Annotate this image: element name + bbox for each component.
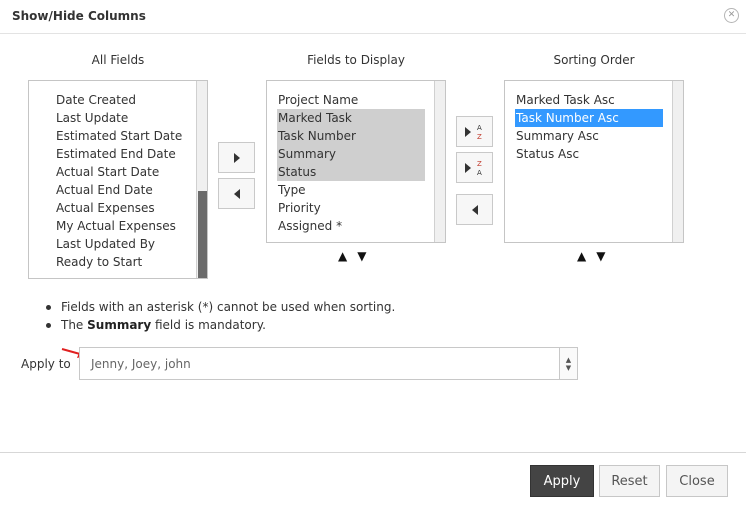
add-field-button[interactable]	[218, 142, 255, 173]
sort-desc-top-letter: Z	[477, 160, 482, 168]
list-item[interactable]: Actual Start Date	[56, 163, 159, 181]
dialog-footer: Apply Reset Close	[0, 452, 746, 509]
sort-asc-top-letter: A	[477, 124, 482, 132]
sorting-order-heading: Sorting Order	[553, 53, 635, 67]
fields-to-display-scrollbar[interactable]	[434, 81, 445, 242]
sort-reorder-controls: ▲▼	[577, 249, 615, 263]
sorting-order-scrollbar[interactable]	[672, 81, 683, 242]
list-item[interactable]: Estimated End Date	[56, 145, 176, 163]
sorting-order-list[interactable]: Marked Task Asc Task Number Asc Summary …	[504, 80, 684, 243]
remove-sort-button[interactable]	[456, 194, 493, 225]
move-down-icon[interactable]: ▼	[357, 249, 376, 263]
list-item[interactable]: Marked Task Asc	[515, 91, 663, 109]
list-item-selected[interactable]: Marked Task	[277, 109, 425, 127]
show-hide-columns-dialog: Show/Hide Columns ✕ All Fields Fields to…	[0, 0, 746, 509]
apply-to-dropdown-toggle[interactable]: ▲ ▼	[559, 348, 577, 379]
list-item[interactable]: Project Name	[277, 91, 425, 109]
note-text-prefix: The	[61, 318, 88, 332]
fields-to-display-heading: Fields to Display	[307, 53, 405, 67]
list-item[interactable]: Status Asc	[515, 145, 663, 163]
reset-button[interactable]: Reset	[599, 465, 660, 497]
sort-desc-bottom-letter: A	[477, 169, 482, 177]
list-item[interactable]: Estimated Start Date	[56, 127, 182, 145]
list-item[interactable]: Summary Asc	[515, 127, 663, 145]
list-item[interactable]: Type	[277, 181, 425, 199]
list-item[interactable]: Priority	[277, 199, 425, 217]
list-item[interactable]: Last Updated By	[56, 235, 155, 253]
apply-to-select[interactable]: Jenny, Joey, john ▲ ▼	[79, 347, 578, 380]
arrow-left-icon	[233, 188, 240, 199]
notes-list: Fields with an asterisk (*) cannot be us…	[42, 298, 395, 334]
list-item[interactable]: Assigned *	[277, 217, 425, 235]
list-item[interactable]: My Actual Expenses	[56, 217, 176, 235]
remove-field-button[interactable]	[218, 178, 255, 209]
note-text: Fields with an asterisk (*) cannot be us…	[61, 300, 396, 314]
dialog-title: Show/Hide Columns	[12, 9, 146, 23]
move-up-icon[interactable]: ▲	[577, 249, 596, 263]
apply-to-value: Jenny, Joey, john	[91, 357, 191, 371]
arrow-left-icon	[471, 204, 478, 215]
sort-desc-icon: Z A	[464, 160, 482, 177]
close-button[interactable]: Close	[666, 465, 728, 497]
chevron-down-icon: ▼	[565, 363, 572, 372]
apply-button[interactable]: Apply	[530, 465, 594, 497]
sort-ascending-button[interactable]: A Z	[456, 116, 493, 147]
list-item-selected[interactable]: Task Number	[277, 127, 425, 145]
list-item[interactable]: Date Created	[56, 91, 136, 109]
list-item-selected[interactable]: Summary	[277, 145, 425, 163]
fields-to-display-list[interactable]: Project Name Marked Task Task Number Sum…	[266, 80, 446, 243]
sort-descending-button[interactable]: Z A	[456, 152, 493, 183]
list-item[interactable]: Last Update	[56, 109, 128, 127]
list-item[interactable]: Actual End Date	[56, 181, 153, 199]
sort-asc-icon: A Z	[464, 124, 482, 141]
dialog-titlebar: Show/Hide Columns ✕	[0, 0, 746, 34]
chevron-up-icon: ▲	[565, 355, 572, 364]
arrow-right-icon	[233, 152, 240, 163]
move-down-icon[interactable]: ▼	[596, 249, 615, 263]
bullet-icon	[46, 305, 51, 310]
close-icon[interactable]: ✕	[724, 8, 739, 23]
all-fields-scrollbar[interactable]	[196, 81, 207, 278]
bullet-icon	[46, 323, 51, 328]
all-fields-list[interactable]: Date Created Last Update Estimated Start…	[28, 80, 208, 279]
sort-asc-bottom-letter: Z	[477, 133, 482, 141]
note-item: Fields with an asterisk (*) cannot be us…	[42, 298, 395, 316]
display-reorder-controls: ▲▼	[338, 249, 376, 263]
list-item[interactable]: Actual Expenses	[56, 199, 155, 217]
list-item-selected[interactable]: Task Number Asc	[515, 109, 663, 127]
list-item[interactable]: Ready to Start	[56, 253, 142, 271]
note-text-bold: Summary	[87, 318, 152, 332]
scrollbar-thumb[interactable]	[198, 191, 207, 278]
all-fields-heading: All Fields	[91, 53, 145, 67]
move-up-icon[interactable]: ▲	[338, 249, 357, 263]
note-text-suffix: field is mandatory.	[151, 318, 266, 332]
list-item-selected[interactable]: Status	[277, 163, 425, 181]
note-item: The Summary field is mandatory.	[42, 316, 395, 334]
